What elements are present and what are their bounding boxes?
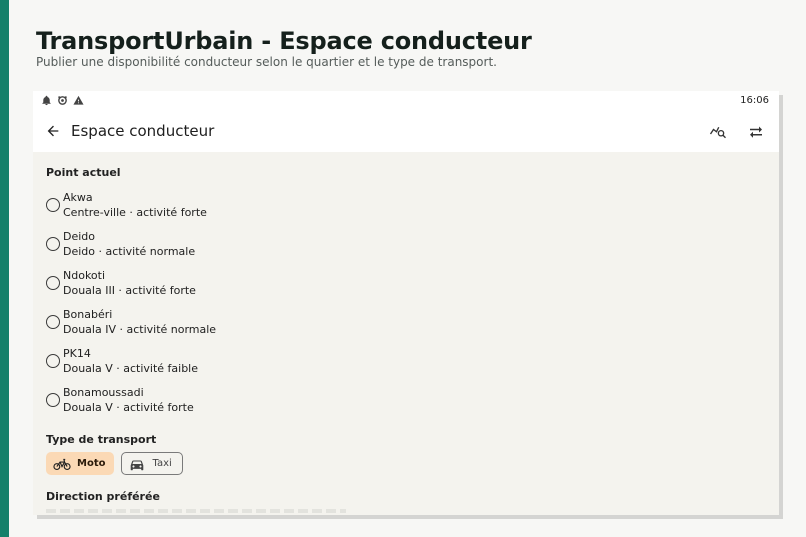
transport-label: Type de transport xyxy=(46,433,157,446)
radio-button[interactable] xyxy=(46,197,60,212)
direction-section: Direction préférée xyxy=(46,490,766,513)
radio-option-ndokoti[interactable]: Ndokoti Douala III · activité forte xyxy=(46,263,766,302)
transport-chips: Moto Taxi xyxy=(46,452,766,475)
radio-option-pk14[interactable]: PK14 Douala V · activité faible xyxy=(46,341,766,380)
radio-button[interactable] xyxy=(46,275,60,290)
chip-taxi[interactable]: Taxi xyxy=(121,452,183,475)
radio-option-desc: Douala V · activité forte xyxy=(63,400,194,414)
swap-button[interactable] xyxy=(745,120,767,142)
arrow-back-icon xyxy=(47,125,59,137)
app-bar: Espace conducteur xyxy=(33,110,779,152)
app-actions xyxy=(707,120,767,142)
radio-option-name: Bonabéri xyxy=(63,307,113,321)
radio-option-name: Bonamoussadi xyxy=(63,385,144,399)
radio-option-name: PK14 xyxy=(63,346,91,360)
map-search-icon xyxy=(709,126,726,139)
page-subtitle: Publier une disponibilité conducteur sel… xyxy=(36,55,497,69)
radio-option-name: Deido xyxy=(63,229,96,243)
chip-label: Moto xyxy=(77,458,106,469)
radio-option-deido[interactable]: Deido Deido · activité normale xyxy=(46,224,766,263)
radio-button[interactable] xyxy=(46,392,60,407)
radio-option-desc: Douala III · activité forte xyxy=(63,283,196,297)
radio-option-name: Akwa xyxy=(63,190,93,204)
radio-option-desc: Douala V · activité faible xyxy=(63,361,198,375)
warning-icon xyxy=(73,95,84,105)
transport-section: Type de transport Moto Taxi xyxy=(46,433,766,475)
page-header: TransportUrbain - Espace conducteur Publ… xyxy=(36,27,776,70)
swap-arrows-icon xyxy=(750,126,762,138)
radio-button[interactable] xyxy=(46,314,60,329)
notification-bell-icon xyxy=(42,95,51,106)
radio-option-desc: Deido · activité normale xyxy=(63,244,196,258)
current-point-label: Point actuel xyxy=(46,166,121,179)
radio-button[interactable] xyxy=(46,236,60,251)
chip-label: Taxi xyxy=(152,458,172,469)
chip-moto[interactable]: Moto xyxy=(46,452,115,475)
bicycle-icon xyxy=(53,458,71,470)
radio-option-desc: Douala IV · activité normale xyxy=(63,322,217,336)
back-button[interactable] xyxy=(43,121,63,141)
direction-label: Direction préférée xyxy=(46,490,160,503)
status-bar: 16:06 xyxy=(33,91,779,110)
content-area: Point actuel Akwa Centre-ville · activit… xyxy=(33,152,779,513)
radio-option-name: Ndokoti xyxy=(63,268,106,282)
current-point-radio-group: Akwa Centre-ville · activité forte Deido… xyxy=(46,185,766,419)
android-icon xyxy=(58,96,67,105)
device-screen: 16:06 Espace conducteur Point actuel Akw… xyxy=(33,91,779,515)
map-search-button[interactable] xyxy=(707,120,729,142)
page-title: TransportUrbain - Espace conducteur xyxy=(36,27,532,55)
radio-option-bonaberi[interactable]: Bonabéri Douala IV · activité normale xyxy=(46,302,766,341)
radio-option-desc: Centre-ville · activité forte xyxy=(63,205,207,219)
status-time: 16:06 xyxy=(740,95,769,106)
status-icons xyxy=(41,95,84,106)
direction-content-peek xyxy=(46,509,346,513)
car-icon xyxy=(131,460,144,470)
radio-option-akwa[interactable]: Akwa Centre-ville · activité forte xyxy=(46,185,766,224)
radio-option-bonamoussadi[interactable]: Bonamoussadi Douala V · activité forte xyxy=(46,380,766,419)
radio-button[interactable] xyxy=(46,353,60,368)
app-title: Espace conducteur xyxy=(71,122,215,140)
left-accent-bar xyxy=(0,0,9,537)
